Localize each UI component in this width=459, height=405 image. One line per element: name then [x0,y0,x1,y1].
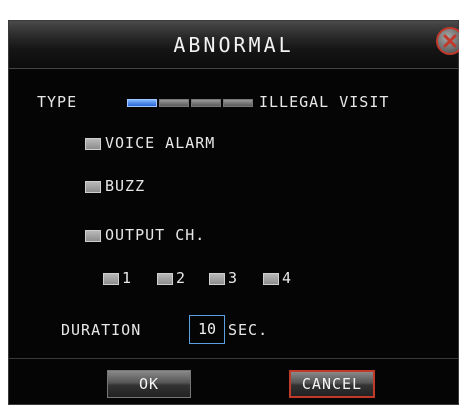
close-icon[interactable] [436,27,459,55]
duration-unit: SEC. [228,321,269,339]
type-label: TYPE [37,93,78,111]
footer-divider [9,358,458,359]
ok-button[interactable]: OK [107,370,191,398]
buzz-checkbox[interactable] [85,181,101,193]
type-value: ILLEGAL VISIT [259,93,390,111]
abnormal-dialog: ABNORMAL TYPE ILLEGAL VISIT VOICE ALARM … [8,20,459,405]
type-selector-segment-4[interactable] [223,99,253,107]
channel-3-label: 3 [228,269,239,287]
output-ch-label: OUTPUT CH. [105,226,206,244]
channel-1-checkbox[interactable] [103,273,119,285]
type-selector-segment-3[interactable] [191,99,221,107]
output-ch-checkbox[interactable] [85,230,101,242]
channel-3-checkbox[interactable] [209,273,225,285]
title-bar: ABNORMAL [9,21,459,69]
channel-4-checkbox[interactable] [263,273,279,285]
cancel-button[interactable]: CANCEL [289,370,375,398]
type-selector-segment-2[interactable] [159,99,189,107]
dialog-title: ABNORMAL [173,33,294,57]
channel-2-label: 2 [176,269,187,287]
voice-alarm-checkbox[interactable] [85,138,101,150]
duration-label: DURATION [61,321,142,339]
duration-input[interactable]: 10 [189,315,225,344]
buzz-label: BUZZ [105,177,146,195]
voice-alarm-label: VOICE ALARM [105,134,216,152]
channel-1-label: 1 [122,269,133,287]
channel-2-checkbox[interactable] [157,273,173,285]
channel-4-label: 4 [282,269,293,287]
type-selector-segment-1[interactable] [127,99,157,107]
